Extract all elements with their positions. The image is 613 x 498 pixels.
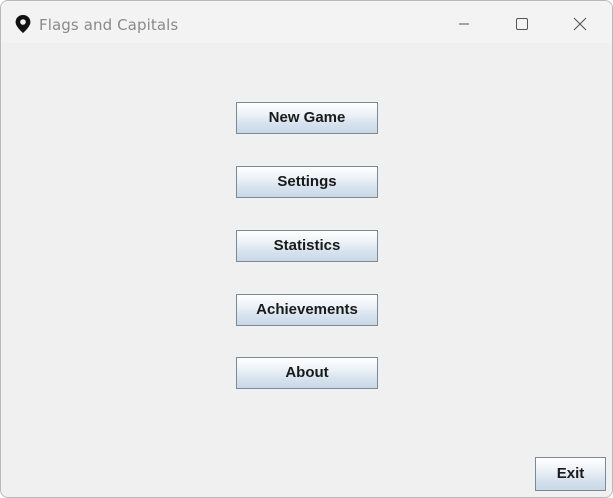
window-title: Flags and Capitals bbox=[39, 16, 179, 34]
about-button[interactable]: About bbox=[236, 357, 378, 389]
close-button[interactable] bbox=[557, 1, 603, 43]
maximize-button[interactable] bbox=[498, 1, 544, 43]
minimize-button[interactable] bbox=[441, 1, 487, 43]
title-bar[interactable]: Flags and Capitals bbox=[1, 1, 612, 43]
exit-button[interactable]: Exit bbox=[535, 457, 606, 491]
maximize-icon bbox=[516, 18, 528, 30]
new-game-button[interactable]: New Game bbox=[236, 102, 378, 134]
minimize-icon bbox=[459, 23, 469, 25]
map-pin-icon bbox=[14, 14, 32, 34]
statistics-button[interactable]: Statistics bbox=[236, 230, 378, 262]
close-icon bbox=[573, 17, 587, 31]
settings-button[interactable]: Settings bbox=[236, 166, 378, 198]
app-window: Flags and Capitals New Game Settings Sta… bbox=[0, 0, 613, 498]
achievements-button[interactable]: Achievements bbox=[236, 294, 378, 326]
